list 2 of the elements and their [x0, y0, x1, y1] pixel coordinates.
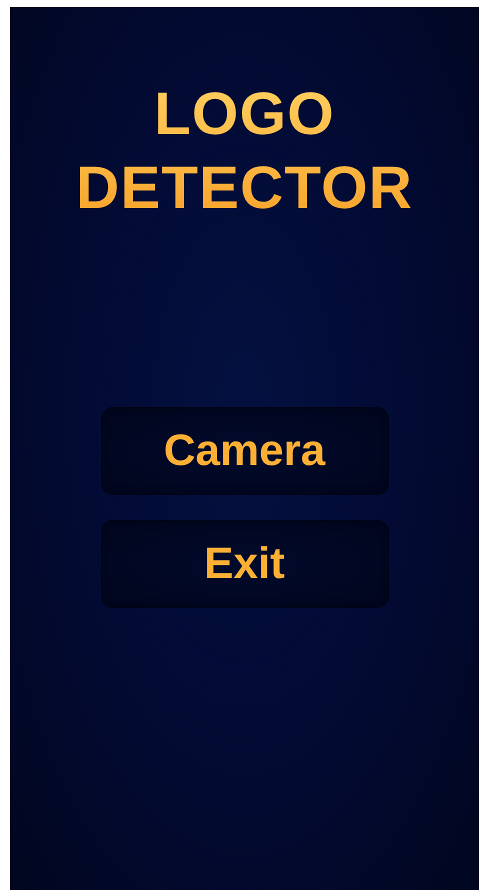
- menu-button[interactable]: Camera: [100, 407, 388, 495]
- menu-button[interactable]: Exit: [100, 520, 388, 608]
